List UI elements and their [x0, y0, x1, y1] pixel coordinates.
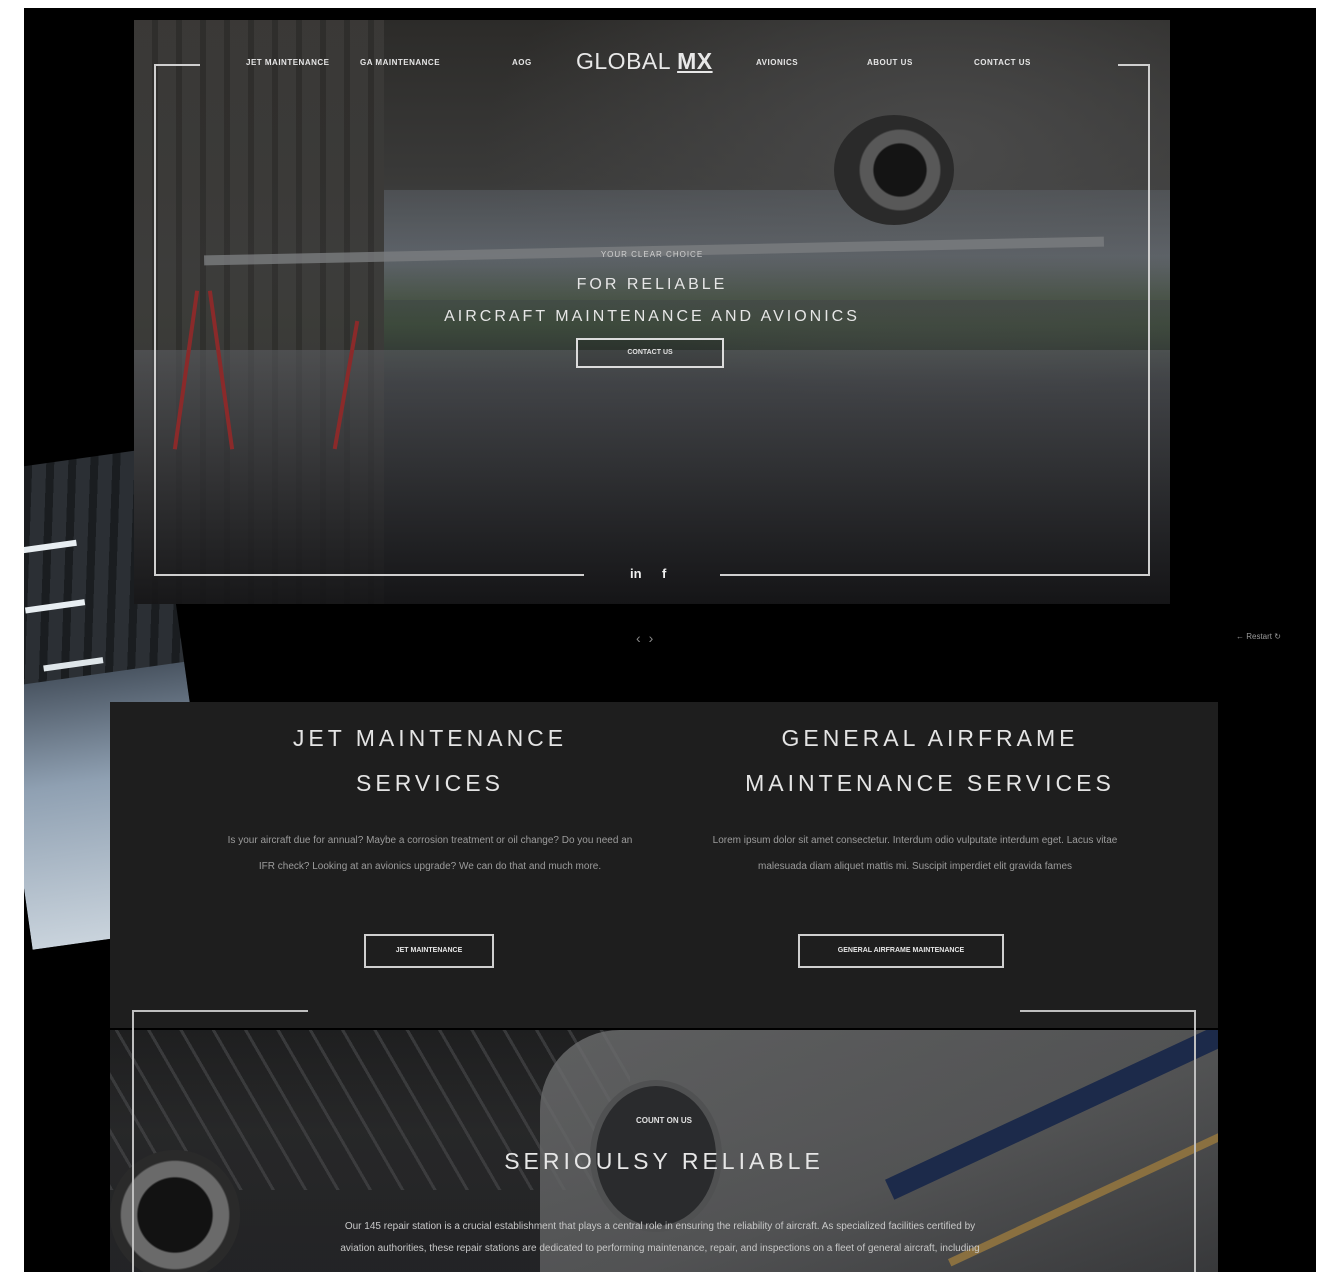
- hero-frame-top-right: [1118, 64, 1150, 66]
- hero-frame-bottom-right: [720, 574, 1150, 576]
- hero-headline-line2: AIRCRAFT MAINTENANCE AND AVIONICS: [444, 308, 860, 325]
- nav-jet-maintenance[interactable]: JET MAINTENANCE: [246, 58, 330, 67]
- slider-arrows: ‹›: [636, 630, 661, 646]
- reliable-kicker: COUNT ON US: [636, 1116, 692, 1125]
- nav-ga-maintenance[interactable]: GA MAINTENANCE: [360, 58, 440, 67]
- slider-next-icon[interactable]: ›: [649, 630, 662, 646]
- hero-frame-top-left: [154, 64, 200, 66]
- jet-maintenance-button[interactable]: JET MAINTENANCE: [364, 934, 494, 968]
- reliable-title: SERIOULSY RELIABLE: [504, 1148, 824, 1174]
- general-airframe-description: Lorem ipsum dolor sit amet consectetur. …: [712, 835, 1118, 872]
- reliable-frame-left: [132, 1010, 134, 1272]
- reliable-frame-top-left: [132, 1010, 308, 1012]
- general-airframe-title: GENERAL AIRFRAME MAINTENANCE SERVICES: [670, 716, 1190, 806]
- reliable-frame-right: [1194, 1010, 1196, 1272]
- general-airframe-button[interactable]: GENERAL AIRFRAME MAINTENANCE: [798, 934, 1004, 968]
- reliable-frame-top-right: [1020, 1010, 1196, 1012]
- nav-contact-us[interactable]: CONTACT US: [974, 58, 1031, 67]
- presentation-canvas: JET MAINTENANCE GA MAINTENANCE AOG GLOBA…: [24, 8, 1316, 1272]
- linkedin-icon[interactable]: in: [630, 566, 642, 581]
- jet-title-line1: JET MAINTENANCE: [292, 725, 568, 751]
- logo-text: GLOBAL: [576, 48, 671, 74]
- global-mx-logo[interactable]: GLOBAL MX: [576, 48, 736, 78]
- jet-title-line2: SERVICES: [356, 770, 504, 796]
- nav-aog[interactable]: AOG: [512, 58, 532, 67]
- jet-engine-image: [834, 115, 954, 225]
- services-section: JET MAINTENANCE SERVICES Is your aircraf…: [110, 702, 1218, 1028]
- hero-contact-us-button[interactable]: CONTACT US: [576, 338, 724, 368]
- logo-mx: MX: [677, 48, 713, 74]
- slider-prev-icon[interactable]: ‹: [636, 630, 649, 646]
- hero-frame-bottom-left: [154, 574, 584, 576]
- hangar-floor-image: [134, 350, 1170, 604]
- restart-button[interactable]: ← Restart ↻: [1236, 632, 1281, 641]
- airframe-title-line2: MAINTENANCE SERVICES: [745, 770, 1115, 796]
- hangar-lights: [24, 539, 77, 555]
- reliable-description: Our 145 repair station is a crucial esta…: [340, 1221, 980, 1254]
- hero-headline-line1: FOR RELIABLE: [576, 276, 728, 293]
- hero-section: JET MAINTENANCE GA MAINTENANCE AOG GLOBA…: [134, 20, 1170, 604]
- jet-maintenance-title: JET MAINTENANCE SERVICES: [170, 716, 690, 806]
- nav-avionics[interactable]: AVIONICS: [756, 58, 798, 67]
- facebook-icon[interactable]: f: [662, 566, 666, 581]
- nav-about-us[interactable]: ABOUT US: [867, 58, 913, 67]
- airframe-title-line1: GENERAL AIRFRAME: [781, 725, 1079, 751]
- jet-maintenance-description: Is your aircraft due for annual? Maybe a…: [227, 835, 633, 872]
- hero-kicker: YOUR CLEAR CHOICE: [600, 250, 704, 259]
- reliable-section: COUNT ON US SERIOULSY RELIABLE Our 145 r…: [110, 1030, 1218, 1272]
